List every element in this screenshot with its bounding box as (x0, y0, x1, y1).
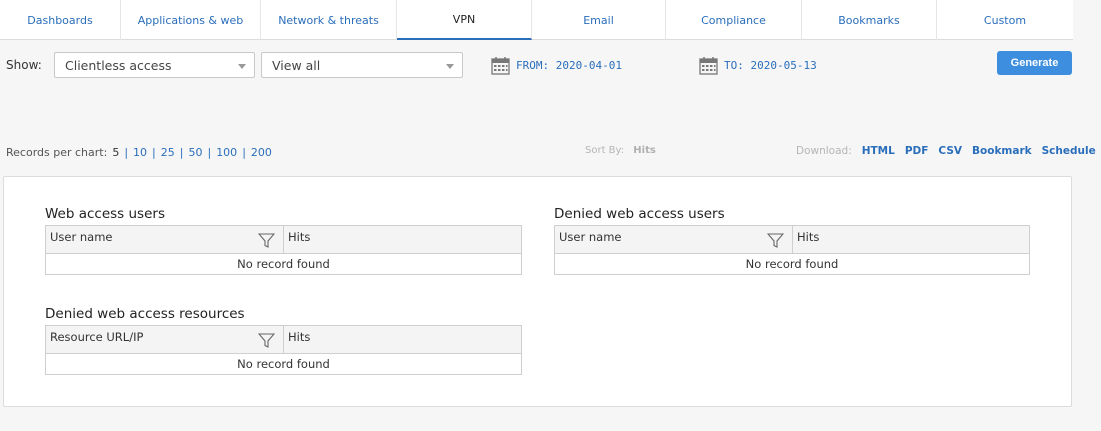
table-row: No record found (45, 253, 522, 275)
funnel-filter-icon[interactable] (767, 233, 784, 248)
tab-compliance[interactable]: Compliance (666, 0, 802, 40)
from-date: FROM: 2020-04-01 (516, 59, 622, 72)
sort-by-value[interactable]: Hits (633, 145, 656, 156)
calendar-icon (491, 57, 510, 75)
block-title: Web access users (45, 206, 165, 222)
download-label: Download: (796, 145, 852, 157)
report-tabs: Dashboards Applications & web Network & … (0, 0, 1073, 40)
to-date: TO: 2020-05-13 (724, 59, 817, 72)
download-bar: Download: HTML PDF CSV Bookmark Schedule (796, 145, 1096, 157)
tab-applications-web[interactable]: Applications & web (121, 0, 261, 40)
records-option-25[interactable]: 25 (161, 146, 175, 159)
column-header-hits: Hits (283, 325, 522, 354)
tab-bookmarks[interactable]: Bookmarks (802, 0, 937, 40)
empty-message: No record found (45, 253, 522, 275)
funnel-filter-icon[interactable] (258, 333, 275, 348)
generate-button[interactable]: Generate (997, 51, 1072, 75)
records-separator: | (152, 146, 156, 159)
report-type-value: Clientless access (65, 57, 172, 73)
column-header-resource-url: Resource URL/IP (45, 325, 284, 354)
tab-network-threats[interactable]: Network & threats (261, 0, 397, 40)
column-label: User name (50, 230, 113, 244)
download-html-link[interactable]: HTML (862, 145, 895, 157)
column-label: Resource URL/IP (50, 330, 144, 344)
to-date-picker[interactable]: TO: 2020-05-13 (699, 56, 817, 75)
records-option-10[interactable]: 10 (133, 146, 147, 159)
records-separator: | (242, 146, 246, 159)
bookmark-link[interactable]: Bookmark (972, 145, 1032, 157)
column-header-hits: Hits (283, 225, 522, 254)
sort-by: Sort By: Hits (585, 145, 656, 156)
web-access-users-table: User name Hits No record found (45, 225, 522, 275)
column-header-user-name: User name (554, 225, 793, 254)
web-access-users-block: Web access users User name Hits No recor… (45, 205, 522, 275)
block-title: Denied web access resources (45, 306, 245, 322)
denied-web-access-resources-table: Resource URL/IP Hits No record found (45, 325, 522, 375)
block-title: Denied web access users (554, 206, 725, 222)
tab-custom[interactable]: Custom (937, 0, 1073, 40)
denied-web-access-users-block: Denied web access users User name Hits N… (554, 205, 1030, 275)
report-type-select[interactable]: Clientless access (54, 52, 255, 78)
chevron-down-icon (446, 64, 454, 69)
empty-message: No record found (554, 253, 1030, 275)
column-header-user-name: User name (45, 225, 284, 254)
funnel-filter-icon[interactable] (258, 233, 275, 248)
column-header-hits: Hits (792, 225, 1030, 254)
records-label: Records per chart: (6, 146, 108, 159)
from-date-picker[interactable]: FROM: 2020-04-01 (491, 56, 622, 75)
empty-message: No record found (45, 353, 522, 375)
view-value: View all (272, 57, 321, 73)
records-separator: | (179, 146, 184, 159)
schedule-link[interactable]: Schedule (1042, 145, 1096, 157)
show-label: Show: (6, 58, 42, 72)
download-pdf-link[interactable]: PDF (905, 145, 929, 157)
column-label: User name (559, 230, 622, 244)
tab-dashboards[interactable]: Dashboards (0, 0, 121, 40)
sort-by-label: Sort By: (585, 145, 625, 156)
records-separator: | (207, 146, 212, 159)
report-panel: Web access users User name Hits No recor… (3, 176, 1072, 407)
view-select[interactable]: View all (261, 52, 463, 78)
calendar-icon (699, 57, 718, 75)
table-row: No record found (45, 353, 522, 375)
table-row: No record found (554, 253, 1030, 275)
chevron-down-icon (238, 64, 246, 69)
tab-email[interactable]: Email (532, 0, 666, 40)
records-per-chart: Records per chart: 5 | 10 | 25 | 50 | 10… (6, 146, 272, 159)
denied-web-access-users-table: User name Hits No record found (554, 225, 1030, 275)
records-option-5[interactable]: 5 (112, 146, 119, 159)
records-option-50[interactable]: 50 (188, 146, 202, 159)
records-separator: | (124, 146, 129, 159)
records-option-200[interactable]: 200 (251, 146, 272, 159)
tab-vpn[interactable]: VPN (397, 0, 532, 40)
records-option-100[interactable]: 100 (216, 146, 237, 159)
denied-web-access-resources-block: Denied web access resources Resource URL… (45, 305, 522, 375)
download-csv-link[interactable]: CSV (938, 145, 962, 157)
